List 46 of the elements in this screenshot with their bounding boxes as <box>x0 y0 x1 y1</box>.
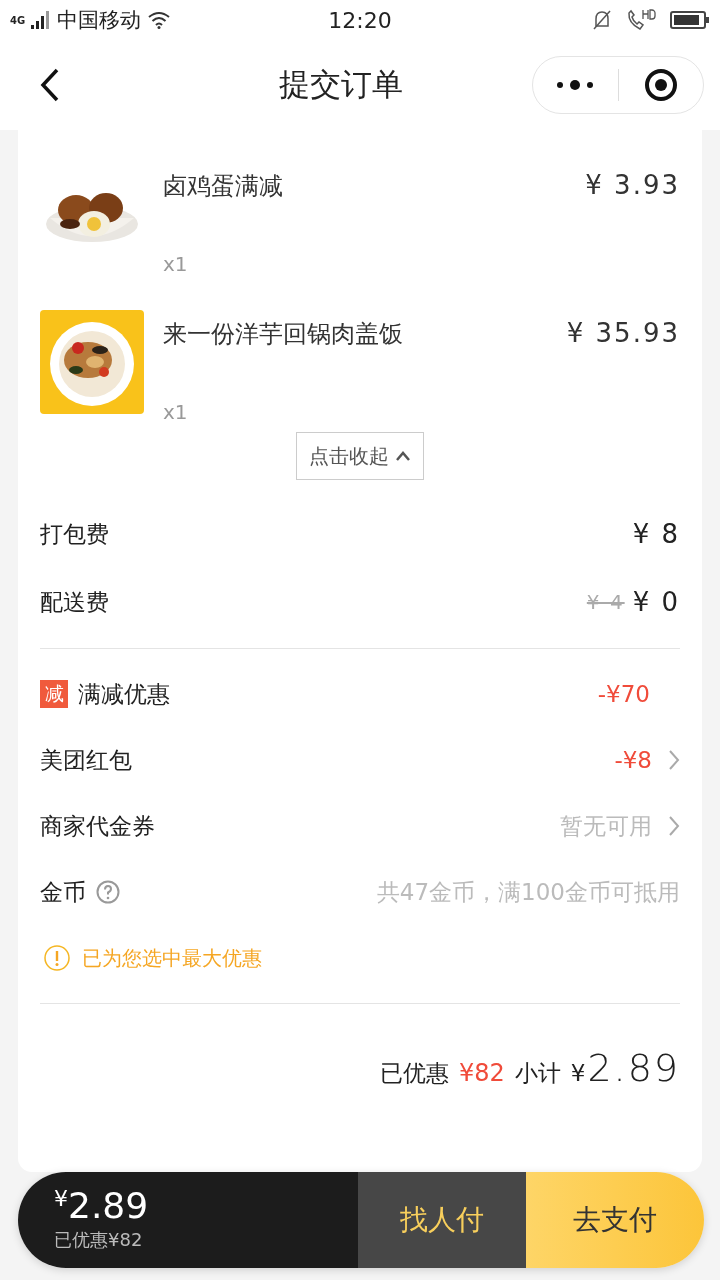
fee-price: ¥ 0 <box>632 587 680 617</box>
item-price: ¥ 3.93 <box>585 170 680 200</box>
discount-label: 商家代金券 <box>40 811 155 841</box>
currency-sign: ¥ <box>570 1060 586 1086</box>
discount-value: 暂无可用 <box>560 811 652 841</box>
back-icon[interactable] <box>40 68 60 102</box>
discount-label: 满减优惠 <box>78 679 170 709</box>
fee-price: ¥ 8 <box>632 519 680 549</box>
alert-icon <box>44 945 70 971</box>
friend-pay-button[interactable]: 找人付 <box>358 1172 526 1268</box>
saved-label: 已优惠 <box>379 1059 449 1088</box>
saved-total: 已优惠¥82 <box>54 1228 144 1252</box>
signal-icon <box>31 11 52 29</box>
item-name: 来一份洋芋回锅肉盖饭 <box>163 319 403 350</box>
item-price: ¥ 35.93 <box>566 318 680 348</box>
discount-value: 共47金币，满100金币可抵用 <box>376 877 680 907</box>
discount-label: 美团红包 <box>40 745 132 775</box>
hd-call-icon <box>626 9 656 31</box>
original-price: ¥ 4 <box>586 590 625 614</box>
saved-amount: ¥82 <box>458 1059 505 1087</box>
item-quantity: x1 <box>163 400 189 424</box>
more-icon[interactable] <box>556 79 595 91</box>
close-icon[interactable] <box>643 68 678 102</box>
item-quantity: x1 <box>163 252 189 276</box>
discount-value: -¥8 <box>614 747 652 773</box>
wifi-icon <box>147 11 172 29</box>
discount-badge: 减 <box>40 680 68 708</box>
fee-label: 打包费 <box>40 519 109 549</box>
network-type: 4G <box>10 14 26 26</box>
muted-bell-icon <box>592 9 612 31</box>
status-time: 12:20 <box>327 7 393 33</box>
total-amount: 2.89 <box>68 1185 149 1226</box>
battery-icon <box>670 10 710 30</box>
collapse-button[interactable]: 点击收起 <box>296 432 424 480</box>
discount-value: -¥70 <box>597 681 650 707</box>
subtotal-label: 小计 <box>514 1059 561 1088</box>
fee-label: 配送费 <box>40 587 109 617</box>
subtotal-amount: 2.89 <box>587 1046 680 1090</box>
currency-sign: ¥ <box>54 1186 68 1211</box>
pay-button[interactable]: 去支付 <box>526 1172 704 1268</box>
item-name: 卤鸡蛋满减 <box>163 171 283 202</box>
carrier-name: 中国移动 <box>57 7 142 34</box>
help-icon[interactable] <box>96 880 120 904</box>
page-title: 提交订单 <box>278 65 404 104</box>
notice-text: 已为您选中最大优惠 <box>82 944 262 972</box>
discount-label: 金币 <box>40 877 86 907</box>
